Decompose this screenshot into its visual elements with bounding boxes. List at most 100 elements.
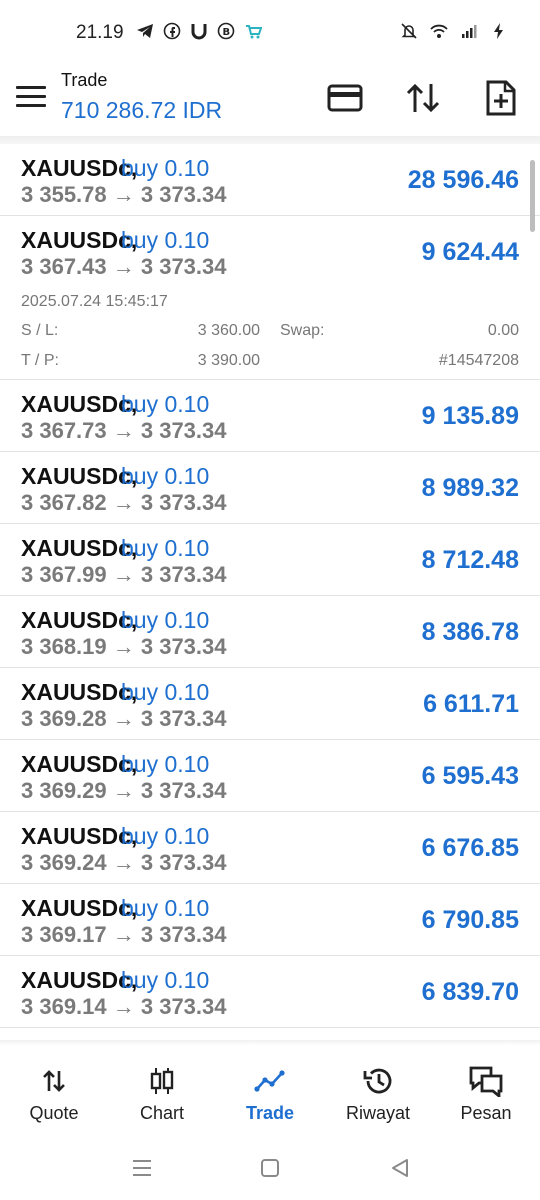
- trade-type: buy 0.10: [121, 967, 210, 993]
- trade-symbol: XAUUSDc,: [21, 607, 138, 633]
- signal-icon: [462, 25, 477, 38]
- tp-label: T / P:: [21, 352, 59, 369]
- swap-value: 0.00: [487, 322, 519, 339]
- trade-symbol: XAUUSDc,: [21, 967, 138, 993]
- trade-open-time: 2025.07.24 15:45:17: [21, 293, 168, 310]
- trade-type: buy 0.10: [121, 679, 210, 705]
- system-nav-bar: [0, 1136, 540, 1200]
- account-balance: 710 286.72 IDR: [61, 97, 223, 123]
- scrollbar[interactable]: [530, 160, 535, 232]
- trade-row[interactable]: XAUUSDc, buy 0.10 3 369.17 → 3 373.34 6 790…: [0, 884, 540, 956]
- nav-messages[interactable]: Pesan: [432, 1046, 540, 1136]
- trade-prices: 3 367.82 → 3 373.34: [21, 490, 227, 515]
- trade-row[interactable]: XAUUSDc, buy 0.10 3 369.24 → 3 373.34 6 676…: [0, 812, 540, 884]
- trade-type: buy 0.10: [121, 823, 210, 849]
- nav-chart[interactable]: Chart: [108, 1046, 216, 1136]
- home-icon[interactable]: [256, 1154, 284, 1182]
- trade-icon: [252, 1064, 288, 1098]
- trade-type: buy 0.10: [121, 155, 210, 181]
- sort-icon[interactable]: [401, 76, 445, 120]
- trade-prices: 3 369.14 → 3 373.34: [21, 994, 227, 1019]
- header-divider: [0, 136, 540, 144]
- menu-icon[interactable]: [14, 82, 48, 112]
- trade-prices: 3 355.78 → 3 373.34: [21, 182, 227, 207]
- charging-icon: [494, 23, 503, 39]
- u-app-icon: [191, 24, 207, 40]
- trade-prices: 3 369.17 → 3 373.34: [21, 922, 227, 947]
- trade-row[interactable]: XAUUSDc, buy 0.10 3 369.29 → 3 373.34 6 595…: [0, 740, 540, 812]
- trade-row[interactable]: XAUUSDc, buy 0.10 3 355.78 → 3 373.34 28 59…: [0, 144, 540, 216]
- mute-icon: [401, 23, 417, 39]
- wifi-icon: [430, 24, 448, 38]
- telegram-icon: [137, 24, 153, 38]
- trade-profit: 9 135.89: [421, 402, 519, 430]
- trade-symbol: XAUUSDc,: [21, 751, 138, 777]
- trade-type: buy 0.10: [121, 391, 210, 417]
- trade-symbol: XAUUSDc,: [21, 463, 138, 489]
- trade-symbol: XAUUSDc,: [21, 227, 138, 253]
- trade-type: buy 0.10: [121, 535, 210, 561]
- trade-type: buy 0.10: [121, 607, 210, 633]
- nav-history[interactable]: Riwayat: [324, 1046, 432, 1136]
- trade-profit: 6 595.43: [421, 762, 519, 790]
- facebook-icon: [163, 22, 181, 40]
- page-title: Trade: [61, 70, 108, 90]
- shop-icon: [246, 25, 262, 39]
- trade-profit: 9 624.44: [421, 238, 519, 266]
- nav-label: Quote: [29, 1103, 79, 1123]
- messages-icon: [468, 1064, 504, 1098]
- trade-profit: 6 676.85: [421, 834, 519, 862]
- swap-label: Swap:: [280, 322, 325, 339]
- recents-icon[interactable]: [128, 1154, 156, 1182]
- app-header: Trade 710 286.72 IDR: [0, 66, 540, 136]
- trade-prices: 3 369.28 → 3 373.34: [21, 706, 227, 731]
- trade-prices: 3 368.19 → 3 373.34: [21, 634, 227, 659]
- trade-profit: 6 611.71: [423, 690, 519, 718]
- nav-label: Chart: [139, 1103, 184, 1123]
- trade-type: buy 0.10: [121, 227, 210, 253]
- ticket-number: #14547208: [438, 352, 519, 369]
- tp-value: 3 390.00: [197, 352, 260, 369]
- nav-label: Riwayat: [345, 1103, 411, 1123]
- trade-symbol: XAUUSDc,: [21, 155, 138, 181]
- sl-value: 3 360.00: [197, 322, 260, 339]
- status-system-icons: [400, 22, 508, 40]
- trade-type: buy 0.10: [121, 751, 210, 777]
- nav-label: Pesan: [460, 1103, 512, 1123]
- trade-profit: 8 386.78: [421, 618, 519, 646]
- nav-trade[interactable]: Trade: [216, 1046, 324, 1136]
- trade-row[interactable]: XAUUSDc, buy 0.10 3 367.43 → 3 373.34 9 624…: [0, 216, 540, 380]
- trade-prices: 3 369.24 → 3 373.34: [21, 850, 227, 875]
- trade-symbol: XAUUSDc,: [21, 823, 138, 849]
- trade-type: buy 0.10: [121, 895, 210, 921]
- back-icon[interactable]: [386, 1154, 414, 1182]
- trade-row[interactable]: XAUUSDc, buy 0.10 3 367.99 → 3 373.34 8 712…: [0, 524, 540, 596]
- trade-symbol: XAUUSDc,: [21, 391, 138, 417]
- status-notification-icons: B: [136, 22, 262, 40]
- trade-symbol: XAUUSDc,: [21, 535, 138, 561]
- trade-row[interactable]: XAUUSDc, buy 0.10 3 369.14 → 3 373.34 6 839…: [0, 956, 540, 1028]
- sl-label: S / L:: [21, 322, 59, 339]
- trade-prices: 3 369.29 → 3 373.34: [21, 778, 227, 803]
- trade-row[interactable]: XAUUSDc, buy 0.10 3 368.19 → 3 373.34 8 386…: [0, 596, 540, 668]
- card-icon[interactable]: [323, 76, 367, 120]
- trade-profit: 6 839.70: [421, 978, 519, 1006]
- trade-list[interactable]: XAUUSDc, buy 0.10 3 355.78 → 3 373.34 28 59…: [0, 144, 540, 1040]
- quote-icon: [36, 1064, 72, 1098]
- trade-row[interactable]: XAUUSDc, buy 0.10 3 369.28 → 3 373.34 6 611…: [0, 668, 540, 740]
- trade-symbol: XAUUSDc,: [21, 895, 138, 921]
- b-coin-icon: B: [217, 22, 235, 40]
- nav-quote[interactable]: Quote: [0, 1046, 108, 1136]
- trade-row[interactable]: XAUUSDc, buy 0.10 3 367.73 → 3 373.34 9 135…: [0, 380, 540, 452]
- bottom-nav: Quote Chart Trade Riwayat Pesan: [0, 1046, 540, 1136]
- trade-symbol: XAUUSDc,: [21, 679, 138, 705]
- svg-text:B: B: [223, 27, 231, 38]
- new-order-icon[interactable]: [479, 76, 523, 120]
- trade-type: buy 0.10: [121, 463, 210, 489]
- status-time: 21.19: [76, 22, 124, 43]
- trade-row[interactable]: XAUUSDc, buy 0.10 3 367.82 → 3 373.34 8 989…: [0, 452, 540, 524]
- trade-profit: 8 712.48: [421, 546, 519, 574]
- trade-prices: 3 367.73 → 3 373.34: [21, 418, 227, 443]
- chart-icon: [144, 1064, 180, 1098]
- trade-prices: 3 367.43 → 3 373.34: [21, 254, 227, 279]
